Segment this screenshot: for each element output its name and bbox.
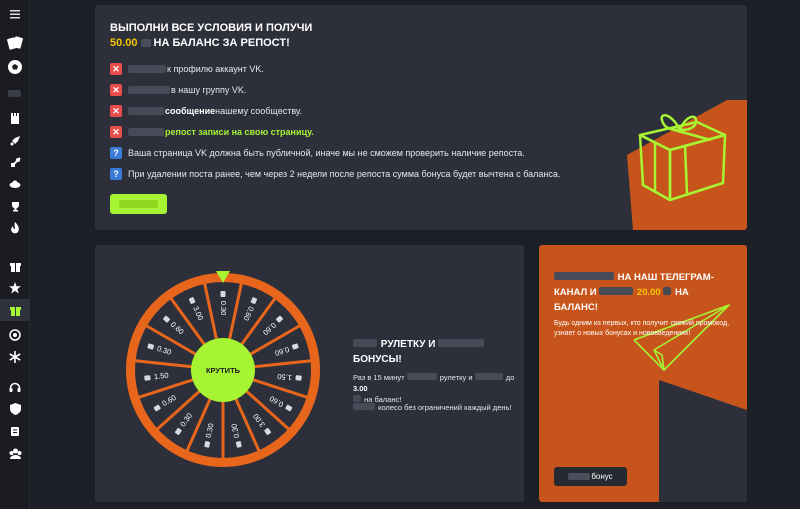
- telegram-title-a: НА НАШ ТЕЛЕГРАМ-: [617, 272, 714, 283]
- cross-icon: ✕: [110, 126, 122, 138]
- blurred-label: [119, 200, 158, 208]
- sparkle-icon[interactable]: [0, 325, 30, 345]
- condition-item: ✕ в нашу группу VK.: [110, 84, 246, 96]
- blurred-text: [128, 86, 170, 94]
- condition-text: Ваша страница VK должна быть публичной, …: [128, 148, 525, 158]
- snowflake-icon[interactable]: [0, 347, 30, 367]
- coin-icon: [295, 375, 302, 381]
- blurred-text: [554, 272, 614, 280]
- wheel-segment-value: 0.30: [219, 301, 228, 316]
- question-icon: ?: [110, 168, 122, 180]
- cross-icon: ✕: [110, 105, 122, 117]
- blurred-text: [406, 373, 437, 380]
- headset-icon[interactable]: [0, 377, 30, 397]
- group-icon[interactable]: [0, 443, 30, 463]
- blurred-text: [353, 403, 375, 410]
- ufo-icon[interactable]: [0, 174, 30, 194]
- condition-item: ✕ сообщение нашему сообществу.: [110, 105, 302, 117]
- blurred-text: [128, 128, 164, 136]
- telegram-text: Будь одним из первых, кто получит свежий…: [554, 320, 730, 337]
- menu-icon[interactable]: [0, 4, 30, 24]
- condition-text: При удалении поста ранее, чем через 2 не…: [128, 169, 561, 179]
- gift-active-icon[interactable]: [0, 299, 30, 321]
- telegram-bonus-button[interactable]: бонус: [554, 467, 627, 486]
- tower-icon[interactable]: [0, 108, 30, 128]
- cross-icon: ✕: [110, 63, 122, 75]
- condition-text: в нашу группу VK.: [171, 85, 247, 95]
- condition-bold: сообщение: [165, 106, 216, 116]
- blurred-text: [353, 339, 377, 347]
- cross-icon: ✕: [110, 84, 122, 96]
- fire-icon[interactable]: [0, 218, 30, 238]
- wheel-segment-value: 1.50: [154, 371, 169, 381]
- repost-amount: 50.00: [110, 37, 138, 49]
- coin-icon: [220, 291, 226, 297]
- condition-item: ? Ваша страница VK должна быть публичной…: [110, 147, 525, 159]
- repost-card: ВЫПОЛНИ ВСЕ УСЛОВИЯ И ПОЛУЧИ 50.00 НА БАЛ…: [95, 5, 747, 230]
- question-icon: ?: [110, 147, 122, 159]
- condition-item: ✕ репост записи на свою страницу.: [110, 126, 314, 138]
- blurred-text: [599, 287, 634, 295]
- blurred-text: [353, 395, 361, 402]
- wheel-segment-value: 1.50: [277, 372, 292, 382]
- dark-shape: [659, 380, 747, 502]
- condition-item: ✕ к профилю аккаунт VK.: [110, 63, 264, 75]
- telegram-button-label: бонус: [591, 472, 613, 481]
- blurred-text: [663, 287, 672, 295]
- trophy-icon[interactable]: [0, 196, 30, 216]
- repost-title: ВЫПОЛНИ ВСЕ УСЛОВИЯ И ПОЛУЧИ 50.00 НА БАЛ…: [110, 21, 312, 51]
- blurred-text: [128, 107, 164, 115]
- wheel-title-part1: РУЛЕТКУ И: [380, 339, 436, 350]
- wheel-text-b: рулетку и: [439, 373, 473, 382]
- soccer-ball-icon[interactable]: [0, 56, 30, 78]
- telegram-title-c: НА: [674, 287, 689, 298]
- shield-icon[interactable]: [0, 399, 30, 419]
- star-icon[interactable]: [0, 278, 30, 298]
- telegram-card: НА НАШ ТЕЛЕГРАМ- КАНАЛ И 20.00 НА БАЛАНС…: [539, 245, 747, 502]
- condition-text: нашему сообществу.: [215, 106, 303, 116]
- scroll-icon[interactable]: [0, 421, 30, 441]
- currency-blur: [140, 39, 151, 48]
- condition-text: к профилю аккаунт VK.: [167, 64, 264, 74]
- telegram-title-d: БАЛАНС!: [554, 302, 598, 313]
- condition-item: ? При удалении поста ранее, чем через 2 …: [110, 168, 560, 180]
- wheel-text-2: колесо без ограничений каждый день!: [353, 402, 511, 413]
- telegram-title-b: КАНАЛ И: [554, 287, 597, 298]
- telegram-amount: 20.00: [636, 287, 661, 298]
- telegram-title: НА НАШ ТЕЛЕГРАМ- КАНАЛ И 20.00 НА БАЛАНС…: [554, 270, 744, 315]
- gift-box-illustration: [627, 100, 747, 230]
- sidebar: [0, 0, 30, 509]
- blurred-text: [474, 373, 503, 380]
- wheel-text-c: до: [505, 373, 515, 382]
- blurred-text: [568, 473, 591, 480]
- gift-icon[interactable]: [0, 256, 30, 276]
- coin-icon: [144, 375, 151, 381]
- roulette-wheel[interactable]: 0.30 0.600.600.601.500.603.000.300.300.30…: [123, 270, 323, 470]
- wheel-title: РУЛЕТКУ И БОНУСЫ!: [353, 337, 513, 367]
- blurred-label: [8, 90, 21, 97]
- repost-button[interactable]: [110, 194, 167, 214]
- spin-button-label: КРУТИТЬ: [206, 366, 241, 375]
- blurred-text: [438, 339, 485, 347]
- blurred-text: [128, 65, 166, 73]
- wheel-amount: 3.00: [353, 384, 368, 393]
- sword-icon[interactable]: [0, 152, 30, 172]
- rocket-icon[interactable]: [0, 130, 30, 150]
- wheel-title-part2: БОНУСЫ!: [353, 354, 402, 365]
- wheel-text-1: Раз в 15 минут рулетку и до 3.00 на бала…: [353, 372, 524, 405]
- wheel-card: 0.30 0.60 0.60 0.60 1.50 0.60 3.00 0.30 0.30 0.30…: [95, 245, 524, 502]
- wheel-text-2-content: колесо без ограничений каждый день!: [378, 403, 512, 412]
- repost-title-line2: НА БАЛАНС ЗА РЕПОСТ!: [153, 37, 290, 49]
- condition-text: репост записи на свою страницу.: [165, 127, 314, 137]
- cards-icon[interactable]: [0, 32, 30, 54]
- repost-title-line1: ВЫПОЛНИ ВСЕ УСЛОВИЯ И ПОЛУЧИ: [110, 22, 313, 34]
- wheel-text-a: Раз в 15 минут: [353, 373, 405, 382]
